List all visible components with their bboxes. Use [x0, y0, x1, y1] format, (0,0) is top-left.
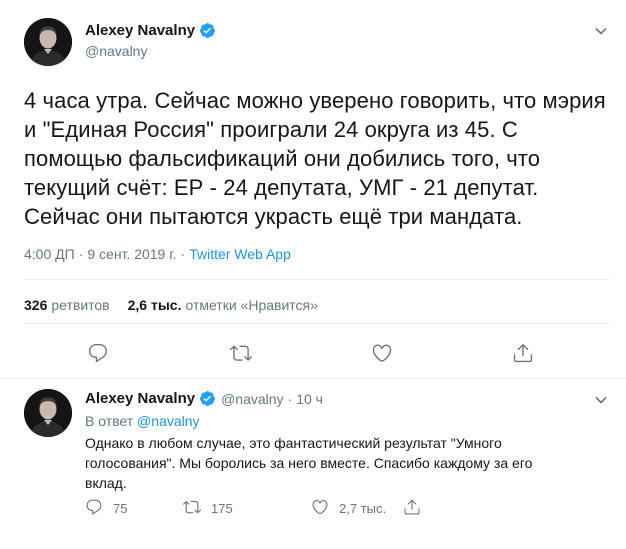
in-reply-to: В ответ @navalny	[85, 413, 200, 429]
reply-icon[interactable]	[85, 340, 111, 366]
author-handle[interactable]: @navalny	[85, 43, 216, 59]
in-reply-prefix: В ответ	[85, 413, 134, 429]
divider	[24, 323, 610, 324]
reply-author-handle[interactable]: @navalny	[221, 391, 283, 407]
retweets-count[interactable]: 326	[24, 297, 47, 313]
reply-retweet-button[interactable]: 175	[183, 498, 311, 519]
reply-tweet[interactable]: Alexey Navalny @navalny · 10 ч В ответ @…	[0, 379, 626, 549]
reply-icon	[85, 498, 103, 519]
in-reply-mention-link[interactable]: @navalny	[137, 413, 199, 429]
chevron-down-icon[interactable]	[594, 24, 608, 38]
likes-label[interactable]: отметки «Нравится»	[185, 297, 317, 313]
tweet-date[interactable]: 9 сент. 2019 г.	[87, 246, 176, 262]
retweet-count: 175	[211, 501, 233, 516]
reply-count: 75	[113, 501, 128, 516]
meta-separator: ·	[78, 246, 84, 262]
author-name[interactable]: Alexey Navalny	[85, 22, 195, 39]
reply-share-button[interactable]	[403, 498, 421, 519]
author-avatar[interactable]	[24, 18, 72, 66]
main-tweet: Alexey Navalny @navalny 4 часа утра. Сей…	[0, 0, 626, 380]
verified-badge-icon	[199, 390, 216, 407]
retweets-label[interactable]: ретвитов	[51, 297, 109, 313]
reply-actions: 75 175 2,7 тыс.	[85, 498, 421, 519]
reply-author-name[interactable]: Alexey Navalny	[85, 390, 195, 407]
meta-separator: ·	[287, 390, 293, 407]
tweet-meta: 4:00 ДП · 9 сент. 2019 г. · Twitter Web …	[24, 246, 291, 262]
like-icon	[311, 498, 329, 519]
like-icon[interactable]	[369, 340, 395, 366]
tweet-source-link[interactable]: Twitter Web App	[189, 246, 291, 262]
tweet-stats: 326 ретвитов 2,6 тыс. отметки «Нравится»	[24, 297, 318, 313]
chevron-down-icon[interactable]	[594, 393, 608, 407]
tweet-actions	[0, 340, 626, 370]
reply-header: Alexey Navalny @navalny · 10 ч	[85, 390, 323, 407]
retweet-icon	[183, 498, 201, 519]
retweet-icon[interactable]	[228, 340, 254, 366]
divider	[24, 279, 610, 280]
tweet-time[interactable]: 4:00 ДП	[24, 246, 75, 262]
like-count: 2,7 тыс.	[339, 501, 387, 516]
share-icon	[403, 498, 421, 519]
likes-count[interactable]: 2,6 тыс.	[128, 297, 182, 313]
reply-reply-button[interactable]: 75	[85, 498, 183, 519]
author-block: Alexey Navalny @navalny	[85, 22, 216, 59]
reply-like-button[interactable]: 2,7 тыс.	[311, 498, 403, 519]
share-icon[interactable]	[510, 340, 536, 366]
reply-time[interactable]: 10 ч	[296, 391, 323, 407]
meta-separator: ·	[180, 246, 186, 262]
reply-author-avatar[interactable]	[24, 389, 72, 437]
verified-badge-icon	[199, 22, 216, 39]
tweet-text: 4 часа утра. Сейчас можно уверено говори…	[24, 88, 606, 229]
reply-text: Однако в любом случае, это фантастически…	[85, 435, 533, 491]
